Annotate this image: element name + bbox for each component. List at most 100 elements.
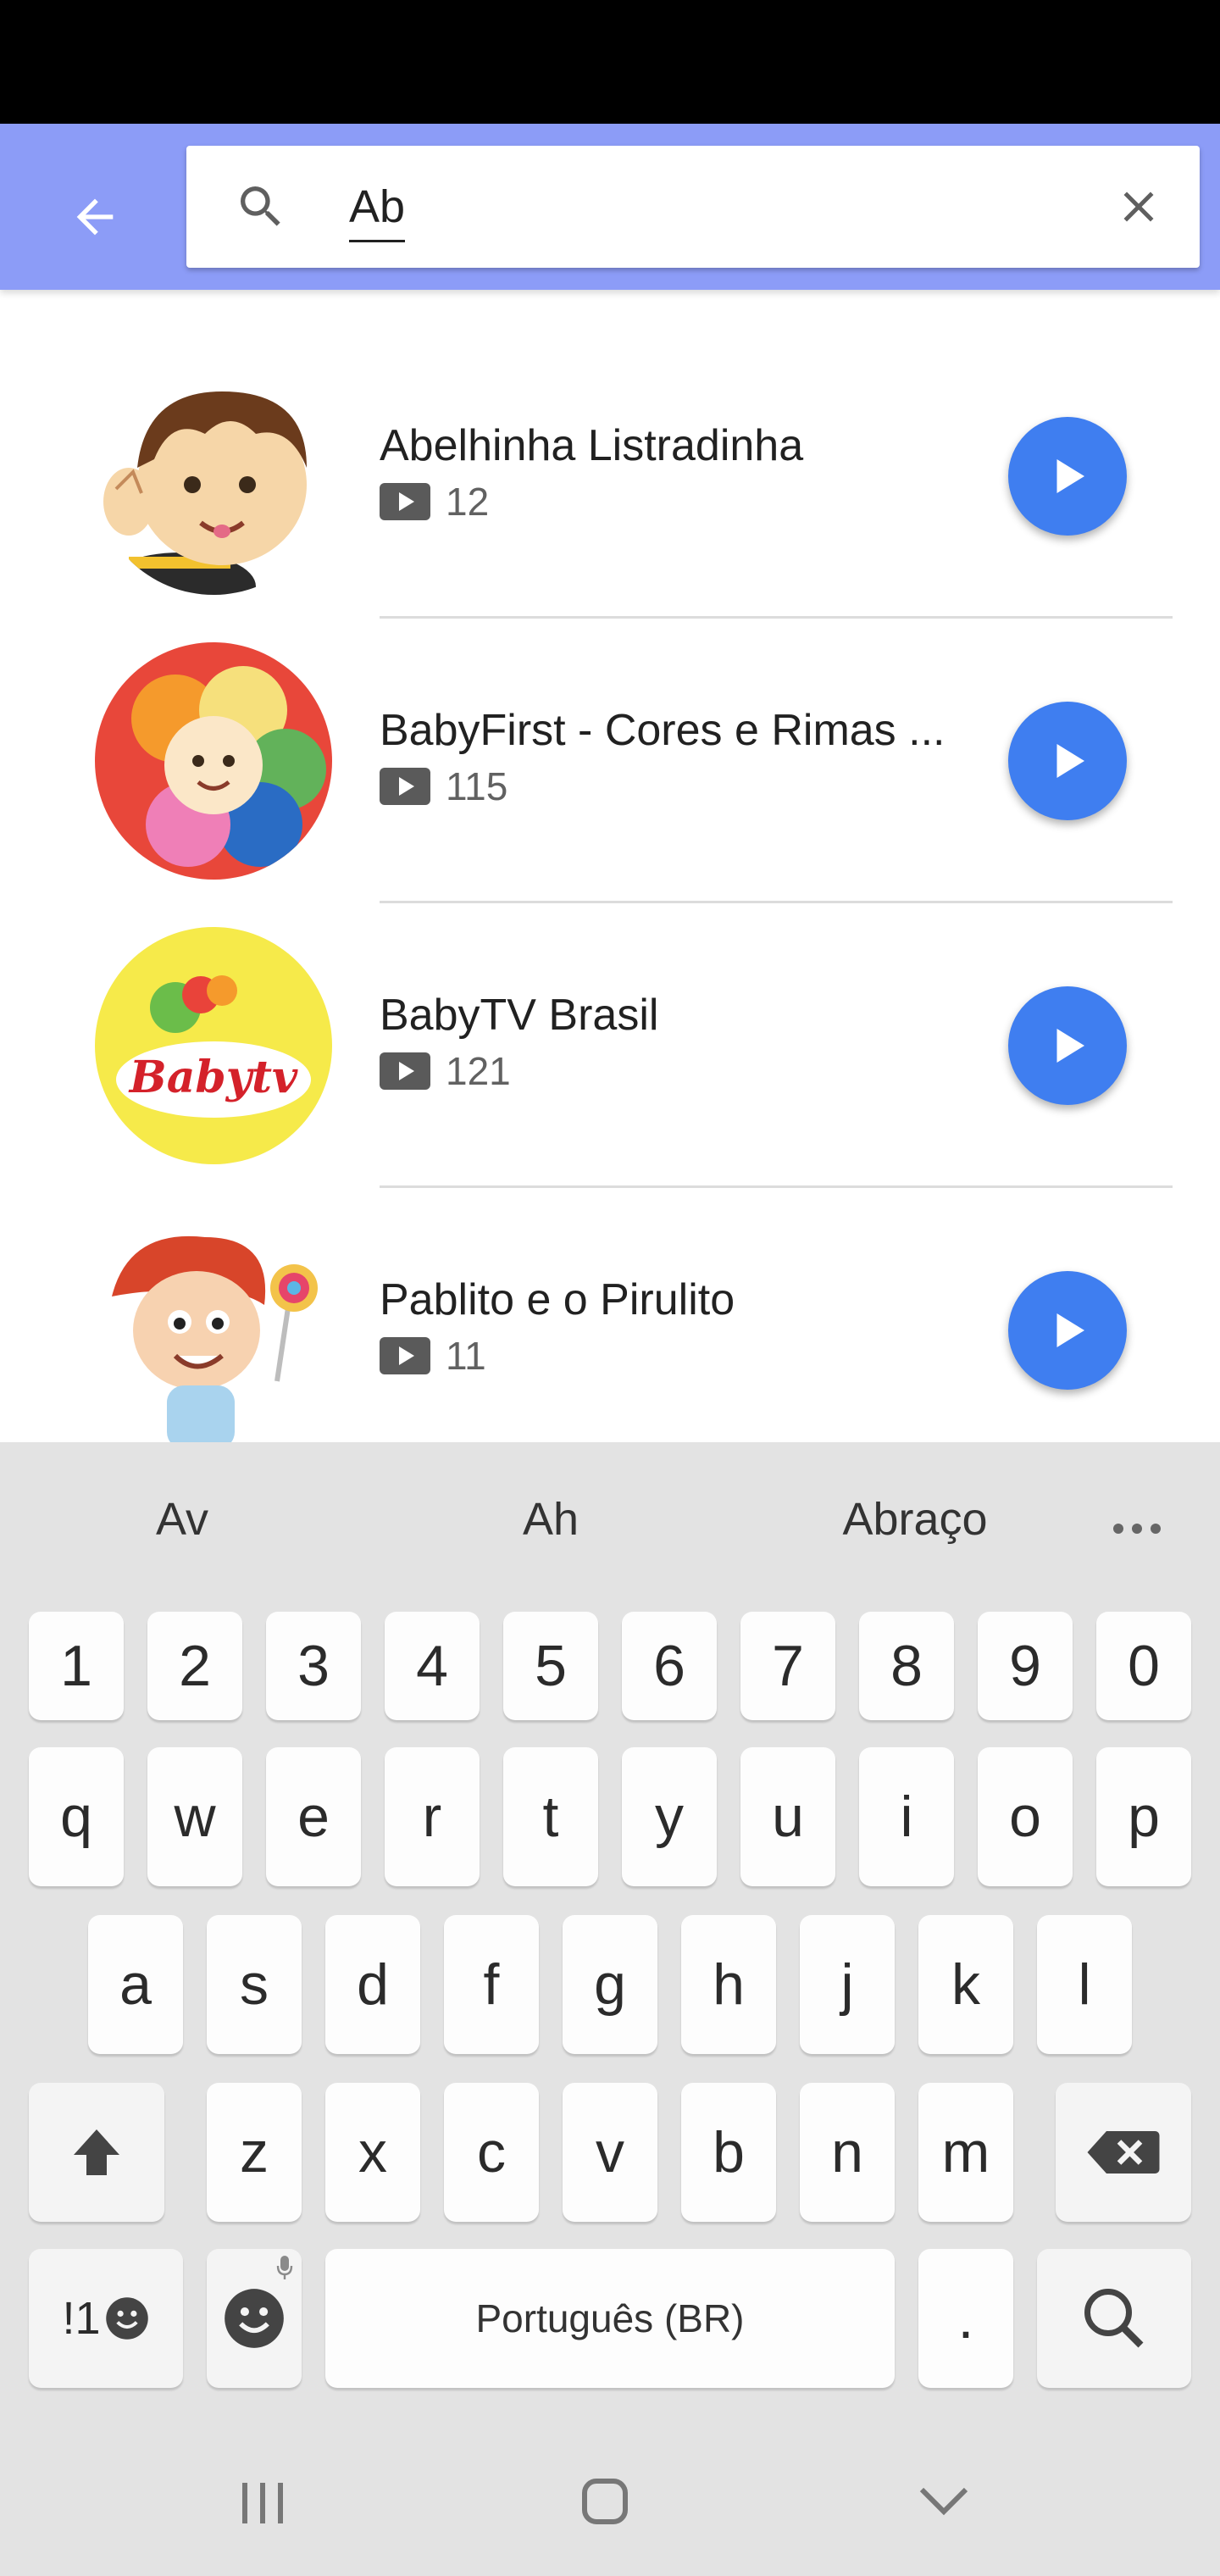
key-e[interactable]: e xyxy=(266,1747,361,1886)
microphone-icon xyxy=(276,2256,293,2279)
key-p[interactable]: p xyxy=(1096,1747,1191,1886)
key-x[interactable]: x xyxy=(325,2083,420,2222)
arrow-left-icon xyxy=(76,198,114,236)
search-icon xyxy=(1084,2289,1144,2348)
list-item[interactable]: BabyFirst - Cores e Rimas ... 115 xyxy=(0,575,1220,903)
channel-avatar xyxy=(95,642,332,880)
play-button[interactable] xyxy=(1008,417,1127,536)
key-2[interactable]: 2 xyxy=(147,1612,242,1720)
status-bar xyxy=(0,0,1220,124)
key-j[interactable]: j xyxy=(800,1915,895,2054)
key-9[interactable]: 9 xyxy=(978,1612,1073,1720)
search-box[interactable]: Ab xyxy=(186,146,1200,268)
play-icon xyxy=(1056,1029,1084,1063)
video-count-value: 11 xyxy=(446,1334,486,1378)
shift-icon xyxy=(74,2129,119,2175)
key-y[interactable]: y xyxy=(622,1747,717,1886)
key-0[interactable]: 0 xyxy=(1096,1612,1191,1720)
home-icon xyxy=(582,2479,628,2524)
key-o[interactable]: o xyxy=(978,1747,1073,1886)
clear-search-button[interactable] xyxy=(1108,176,1169,237)
backspace-icon xyxy=(1087,2131,1160,2174)
video-count: 12 xyxy=(380,478,489,525)
key-k[interactable]: k xyxy=(918,1915,1013,2054)
key-b[interactable]: b xyxy=(681,2083,776,2222)
list-item[interactable]: Pablito e o Pirulito 11 xyxy=(0,1144,1220,1442)
key-u[interactable]: u xyxy=(740,1747,835,1886)
emoji-icon xyxy=(105,2297,148,2340)
key-6[interactable]: 6 xyxy=(622,1612,717,1720)
key-1[interactable]: 1 xyxy=(29,1612,124,1720)
channel-title: Pablito e o Pirulito xyxy=(380,1275,735,1324)
video-count-value: 121 xyxy=(446,1049,511,1093)
backspace-key[interactable] xyxy=(1056,2083,1191,2222)
suggestion-bar: Av Ah Abraço xyxy=(0,1442,1220,1612)
key-r[interactable]: r xyxy=(385,1747,480,1886)
search-input[interactable]: Ab xyxy=(349,171,406,242)
key-c[interactable]: c xyxy=(444,2083,539,2222)
video-count-value: 115 xyxy=(446,764,508,808)
video-icon xyxy=(380,1337,430,1374)
channel-avatar xyxy=(95,358,332,595)
key-m[interactable]: m xyxy=(918,2083,1013,2222)
symbols-key-label: !1 xyxy=(62,2293,101,2344)
video-count: 121 xyxy=(380,1047,511,1095)
more-options-icon[interactable] xyxy=(1112,1522,1162,1540)
space-key[interactable]: Português (BR) xyxy=(325,2249,895,2388)
shift-key[interactable] xyxy=(29,2083,164,2222)
key-s[interactable]: s xyxy=(207,1915,302,2054)
emoji-icon xyxy=(225,2289,284,2348)
key-a[interactable]: a xyxy=(88,1915,183,2054)
results-list: Abelhinha Listradinha 12 BabyFirst - Cor… xyxy=(0,290,1220,1442)
key-l[interactable]: l xyxy=(1037,1915,1132,2054)
key-t[interactable]: t xyxy=(503,1747,598,1886)
key-d[interactable]: d xyxy=(325,1915,420,2054)
search-icon xyxy=(241,186,280,226)
play-icon xyxy=(1056,744,1084,778)
key-3[interactable]: 3 xyxy=(266,1612,361,1720)
key-g[interactable]: g xyxy=(563,1915,657,2054)
list-item[interactable]: Babytv BabyTV Brasil 121 xyxy=(0,859,1220,1188)
home-button[interactable] xyxy=(578,2474,632,2533)
search-key[interactable] xyxy=(1037,2249,1191,2388)
play-button[interactable] xyxy=(1008,702,1127,820)
channel-avatar: Babytv xyxy=(95,927,332,1164)
key-8[interactable]: 8 xyxy=(859,1612,954,1720)
suggestion-item[interactable]: Abraço xyxy=(813,1493,1017,1546)
chevron-down-icon xyxy=(919,2487,968,2516)
play-icon xyxy=(1056,1313,1084,1347)
key-i[interactable]: i xyxy=(859,1747,954,1886)
play-icon xyxy=(1056,459,1084,493)
key-h[interactable]: h xyxy=(681,1915,776,2054)
video-count: 11 xyxy=(380,1332,486,1380)
key-q[interactable]: q xyxy=(29,1747,124,1886)
symbols-key[interactable]: !1 xyxy=(29,2249,183,2388)
key-v[interactable]: v xyxy=(563,2083,657,2222)
video-icon xyxy=(380,1052,430,1090)
recent-apps-button[interactable] xyxy=(229,2478,297,2533)
key-4[interactable]: 4 xyxy=(385,1612,480,1720)
key-f[interactable]: f xyxy=(444,1915,539,2054)
key-7[interactable]: 7 xyxy=(740,1612,835,1720)
play-button[interactable] xyxy=(1008,986,1127,1105)
channel-title: BabyFirst - Cores e Rimas ... xyxy=(380,706,946,755)
key-z[interactable]: z xyxy=(207,2083,302,2222)
system-nav-bar xyxy=(0,2437,1220,2576)
suggestion-item[interactable]: Av xyxy=(119,1493,246,1546)
on-screen-keyboard: Av Ah Abraço 1 2 3 4 5 6 7 8 9 0 q w e r… xyxy=(0,1442,1220,2576)
app-bar: Ab xyxy=(0,124,1220,290)
key-w[interactable]: w xyxy=(147,1747,242,1886)
video-count-value: 12 xyxy=(446,480,490,524)
period-key[interactable]: . xyxy=(918,2249,1013,2388)
channel-title: Abelhinha Listradinha xyxy=(380,421,804,470)
video-count: 115 xyxy=(380,763,507,810)
list-item[interactable]: Abelhinha Listradinha 12 xyxy=(0,290,1220,619)
back-nav-button[interactable] xyxy=(915,2479,973,2528)
play-button[interactable] xyxy=(1008,1271,1127,1390)
key-n[interactable]: n xyxy=(800,2083,895,2222)
suggestion-item[interactable]: Ah xyxy=(483,1493,618,1546)
emoji-key[interactable] xyxy=(207,2249,302,2388)
back-button[interactable] xyxy=(53,175,137,259)
close-icon xyxy=(1123,192,1154,222)
key-5[interactable]: 5 xyxy=(503,1612,598,1720)
